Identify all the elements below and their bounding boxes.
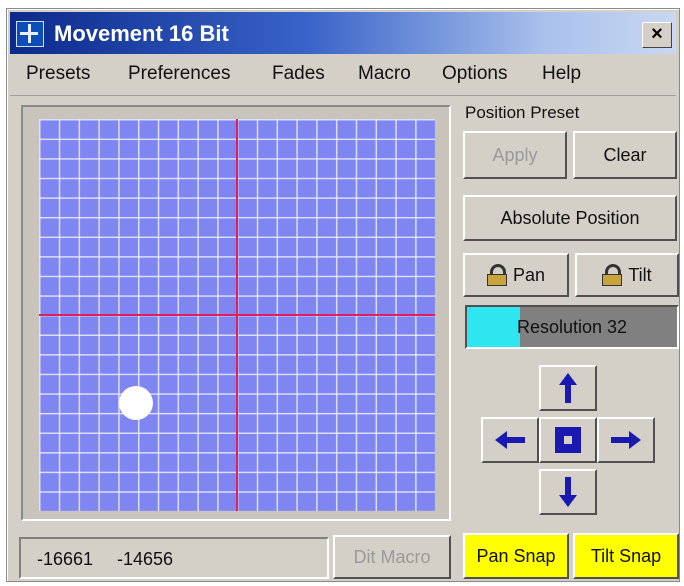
- menu-preferences[interactable]: Preferences: [128, 63, 230, 85]
- resolution-slider[interactable]: Resolution 32: [465, 305, 679, 349]
- arrow-right-icon: [611, 431, 641, 449]
- close-button[interactable]: ×: [642, 22, 672, 48]
- pan-snap-button[interactable]: Pan Snap: [463, 533, 569, 579]
- tilt-lock-label: Tilt: [628, 264, 652, 285]
- menu-bar: Presets Preferences Fades Macro Options …: [10, 57, 676, 96]
- arrow-left-icon: [495, 431, 525, 449]
- coordinate-readout: -16661 -14656: [19, 537, 329, 579]
- window-title: Movement 16 Bit: [54, 21, 229, 46]
- nudge-left-button[interactable]: [481, 417, 539, 463]
- lock-icon: [602, 264, 623, 286]
- pan-lock-label: Pan: [512, 264, 546, 285]
- position-preset-label: Position Preset: [465, 103, 580, 122]
- pan-lock-button[interactable]: Pan: [463, 253, 569, 297]
- menu-help[interactable]: Help: [542, 63, 581, 85]
- menu-presets[interactable]: Presets: [26, 63, 90, 85]
- absolute-position-button[interactable]: Absolute Position: [463, 195, 677, 241]
- resolution-label: Resolution 32: [516, 317, 628, 337]
- clear-button[interactable]: Clear: [573, 131, 677, 179]
- lock-icon: [486, 264, 507, 286]
- edit-macro-button[interactable]: Dit Macro: [333, 535, 451, 579]
- nudge-up-button[interactable]: [539, 365, 597, 411]
- menu-options[interactable]: Options: [442, 63, 507, 85]
- nudge-right-button[interactable]: [597, 417, 655, 463]
- nudge-down-button[interactable]: [539, 469, 597, 515]
- movement-window: Movement 16 Bit × Presets Preferences Fa…: [6, 8, 680, 582]
- position-grid[interactable]: [39, 119, 435, 511]
- position-grid-frame: [21, 105, 451, 521]
- tilt-value: -14656: [117, 549, 174, 569]
- center-button[interactable]: [539, 417, 597, 463]
- tilt-snap-button[interactable]: Tilt Snap: [573, 533, 679, 579]
- pan-value: -16661: [37, 549, 94, 569]
- arrow-up-icon: [559, 373, 577, 403]
- position-marker[interactable]: [119, 385, 154, 420]
- title-bar[interactable]: Movement 16 Bit ×: [10, 12, 676, 54]
- menu-fades[interactable]: Fades: [272, 63, 325, 85]
- apply-button[interactable]: Apply: [463, 131, 567, 179]
- tilt-lock-button[interactable]: Tilt: [575, 253, 679, 297]
- menu-macro[interactable]: Macro: [358, 63, 411, 85]
- center-icon: [555, 427, 581, 453]
- arrow-down-icon: [559, 477, 577, 507]
- app-icon: [16, 21, 44, 47]
- pan-axis-line: [39, 314, 435, 316]
